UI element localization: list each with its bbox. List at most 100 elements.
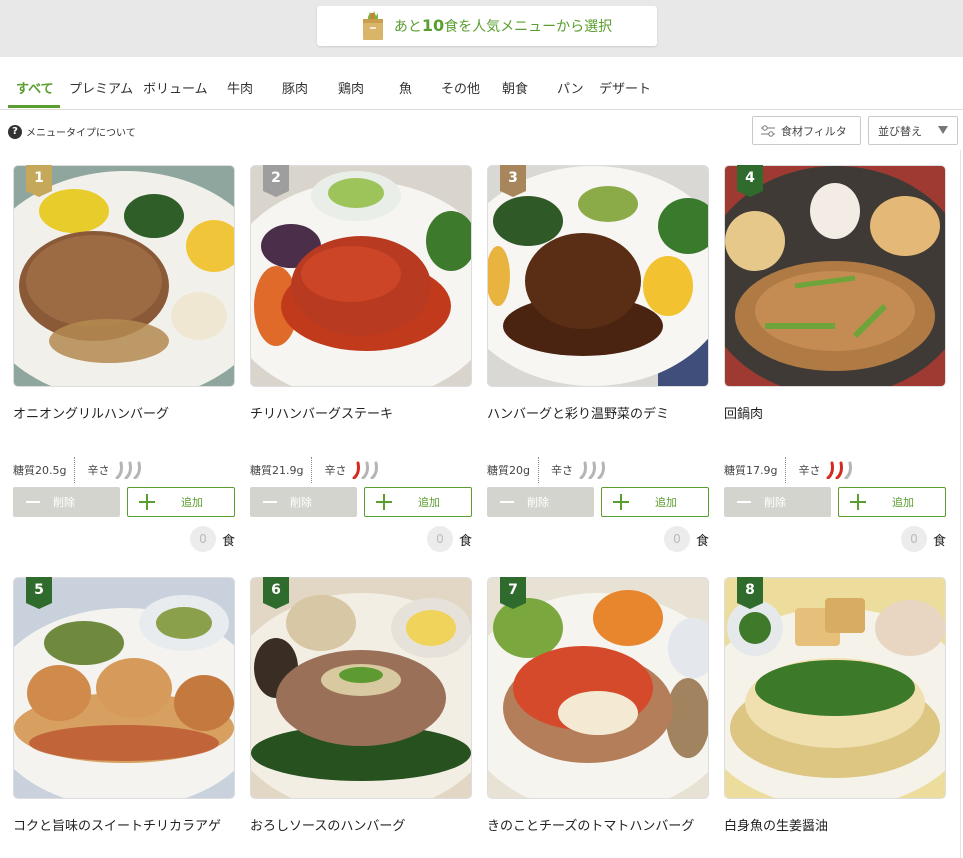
tab-other[interactable]: その他 <box>441 78 480 97</box>
menu-stats: 糖質20.5g 辛さ <box>13 455 142 485</box>
rank-badge: 4 <box>737 165 763 197</box>
tab-volume[interactable]: ボリューム <box>143 78 208 97</box>
quantity-count: 0 <box>663 526 690 552</box>
sort-label: 並び替え <box>878 124 922 138</box>
menu-stats: 糖質17.9g 辛さ <box>724 455 853 485</box>
menu-photo[interactable] <box>724 577 946 799</box>
minus-icon <box>26 501 40 503</box>
menu-name[interactable]: きのことチーズのトマトハンバーグ <box>487 817 709 837</box>
minus-icon <box>737 501 751 503</box>
chili-pepper-icon <box>352 461 379 479</box>
menu-photo[interactable] <box>13 165 235 387</box>
plus-icon <box>376 494 392 510</box>
tab-all[interactable]: すべて <box>16 78 54 97</box>
help-link-text: メニュータイプについて <box>26 128 136 139</box>
remove-button[interactable]: 削除 <box>13 487 120 517</box>
add-button[interactable]: 追加 <box>838 487 946 517</box>
quantity-unit: 食 <box>932 533 946 549</box>
chili-pepper-icon <box>579 461 605 479</box>
rank-badge: 3 <box>500 165 526 197</box>
quantity-count: 0 <box>189 526 216 552</box>
quantity-count: 0 <box>900 526 927 552</box>
add-label: 追加 <box>418 496 440 509</box>
menu-name[interactable]: コクと旨味のスイートチリカラアゲ <box>13 817 235 837</box>
quantity-display: 0 食 <box>189 526 235 552</box>
banner-text: あと 10 食を人気メニューから選択 <box>394 16 612 36</box>
active-tab-indicator <box>8 105 60 108</box>
menu-name[interactable]: ハンバーグと彩り温野菜のデミ <box>487 405 709 425</box>
spice-level: 辛さ <box>75 461 142 479</box>
plus-icon <box>139 494 155 510</box>
menu-name[interactable]: 白身魚の生姜醤油 <box>724 817 946 837</box>
menu-stats: 糖質20g 辛さ <box>487 455 606 485</box>
minus-icon <box>500 501 514 503</box>
filter-sliders-icon <box>761 124 775 137</box>
chili-pepper-icon <box>826 461 853 479</box>
tab-bread[interactable]: パン <box>557 78 584 97</box>
remove-button[interactable]: 削除 <box>724 487 831 517</box>
tab-beef[interactable]: 牛肉 <box>227 78 253 97</box>
spice-label: 辛さ <box>550 464 573 477</box>
banner-number: 10 <box>421 16 445 35</box>
remove-button[interactable]: 削除 <box>250 487 357 517</box>
add-button[interactable]: 追加 <box>601 487 709 517</box>
banner-suffix: 食を人気メニューから選択 <box>444 19 613 35</box>
add-button[interactable]: 追加 <box>364 487 472 517</box>
menu-photo[interactable] <box>724 165 946 387</box>
sort-select[interactable]: 並び替え <box>868 116 958 145</box>
remove-label: 削除 <box>290 496 312 509</box>
chili-pepper-icon <box>115 461 142 479</box>
ingredient-filter-button[interactable]: 食材フィルタ <box>752 116 861 145</box>
menu-photo[interactable] <box>250 577 472 799</box>
sugar-content: 糖質20g <box>487 457 539 483</box>
rank-badge: 6 <box>263 577 289 609</box>
chevron-down-icon <box>938 126 948 134</box>
menu-name[interactable]: オニオングリルハンバーグ <box>13 405 235 425</box>
shopping-bag-icon <box>362 11 384 41</box>
top-bar: あと 10 食を人気メニューから選択 <box>0 0 963 57</box>
quantity-unit: 食 <box>221 533 235 549</box>
menu-photo[interactable] <box>487 577 709 799</box>
tab-chicken[interactable]: 鶏肉 <box>338 78 364 97</box>
plus-icon <box>850 494 866 510</box>
remove-label: 削除 <box>527 496 549 509</box>
menu-photo[interactable] <box>487 165 709 387</box>
menu-type-help[interactable]: ? メニュータイプについて <box>8 124 136 139</box>
filter-label: 食材フィルタ <box>781 124 847 138</box>
tab-fish[interactable]: 魚 <box>399 78 412 97</box>
tab-pork[interactable]: 豚肉 <box>282 78 308 97</box>
spice-label: 辛さ <box>798 464 821 477</box>
remove-button[interactable]: 削除 <box>487 487 594 517</box>
tab-premium[interactable]: プレミアム <box>69 78 133 97</box>
tab-dessert[interactable]: デザート <box>599 78 651 97</box>
plus-icon <box>613 494 629 510</box>
scroll-divider <box>960 150 961 858</box>
rank-badge: 5 <box>26 577 52 609</box>
sugar-content: 糖質20.5g <box>13 457 76 483</box>
menu-photo[interactable] <box>13 577 235 799</box>
menu-name[interactable]: 回鍋肉 <box>724 405 946 425</box>
quantity-unit: 食 <box>458 533 472 549</box>
quantity-display: 0 食 <box>900 526 946 552</box>
quantity-count: 0 <box>426 526 453 552</box>
spice-label: 辛さ <box>87 464 110 477</box>
quantity-display: 0 食 <box>663 526 709 552</box>
add-button[interactable]: 追加 <box>127 487 235 517</box>
sugar-content: 糖質21.9g <box>250 457 313 483</box>
add-label: 追加 <box>892 496 914 509</box>
remove-label: 削除 <box>764 496 786 509</box>
menu-name[interactable]: チリハンバーグステーキ <box>250 405 472 425</box>
quantity-unit: 食 <box>695 533 709 549</box>
remove-label: 削除 <box>53 496 75 509</box>
menu-photo[interactable] <box>250 165 472 387</box>
add-label: 追加 <box>181 496 203 509</box>
rank-badge: 7 <box>500 577 526 609</box>
menu-name[interactable]: おろしソースのハンバーグ <box>250 817 472 837</box>
menu-stats: 糖質21.9g 辛さ <box>250 455 379 485</box>
spice-label: 辛さ <box>324 464 347 477</box>
rank-badge: 2 <box>263 165 289 197</box>
question-icon: ? <box>8 124 22 139</box>
tab-breakfast[interactable]: 朝食 <box>502 78 528 97</box>
spice-level: 辛さ <box>539 461 606 479</box>
sugar-content: 糖質17.9g <box>724 457 787 483</box>
